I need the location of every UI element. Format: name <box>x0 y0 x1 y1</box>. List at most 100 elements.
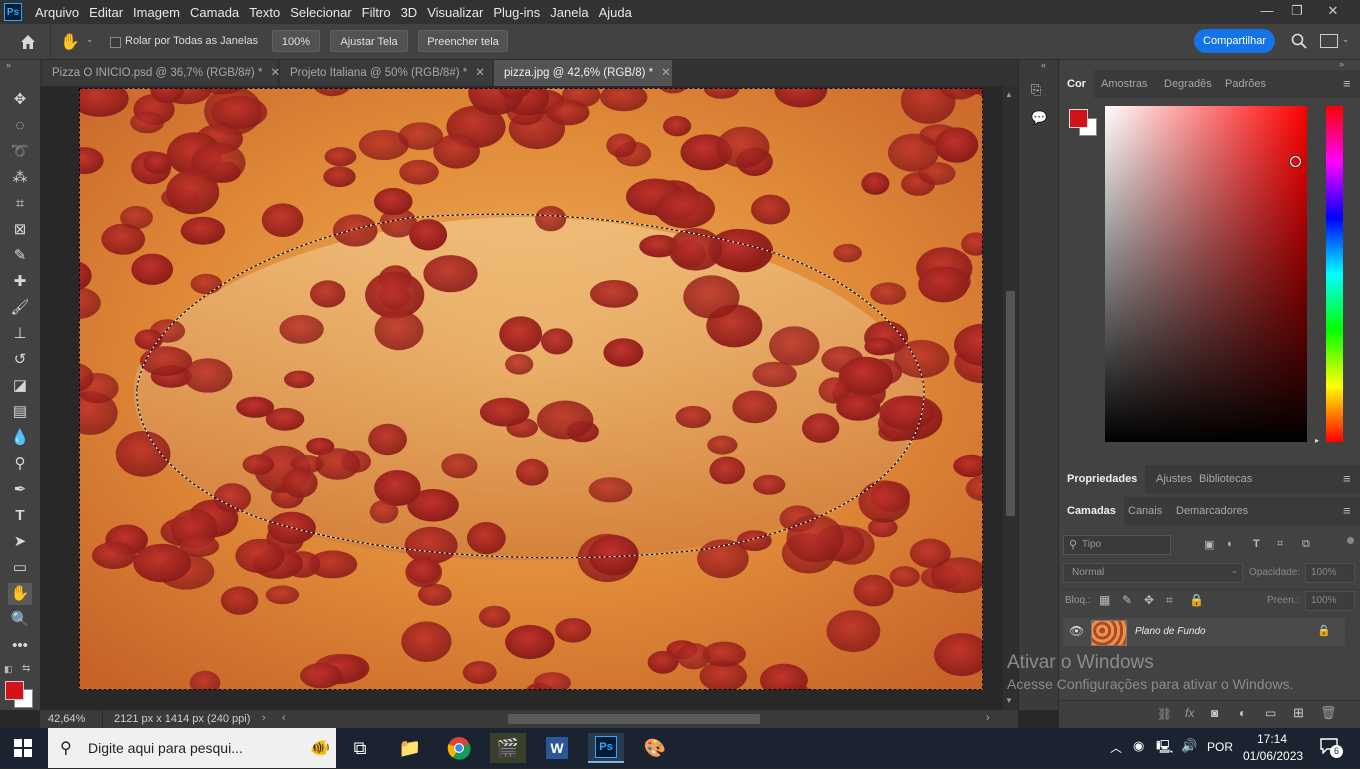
clock-time[interactable]: 17:14 <box>1257 732 1287 746</box>
zoom-tool-icon[interactable]: 🔍 <box>8 609 32 631</box>
restore-button[interactable]: ❐ <box>1282 0 1312 22</box>
tab-pizza-jpg[interactable]: pizza.jpg @ 42,6% (RGB/8) * ✕ <box>494 60 672 86</box>
hue-slider-handle[interactable]: ▸ <box>1315 436 1319 445</box>
filter-toggle[interactable] <box>1347 537 1354 544</box>
smart-object-filter-icon[interactable]: ⧉ <box>1302 538 1310 551</box>
word-icon[interactable]: W <box>539 733 575 763</box>
tab-padroes[interactable]: Padrões <box>1217 70 1274 98</box>
more-tools-icon[interactable]: ••• <box>8 635 32 657</box>
close-icon[interactable]: ✕ <box>270 67 280 79</box>
home-icon[interactable] <box>18 32 38 52</box>
type-filter-icon[interactable]: T <box>1253 538 1260 550</box>
clone-stamp-tool-icon[interactable]: ⊥ <box>8 323 32 345</box>
fill-screen-button[interactable]: Preencher tela <box>418 30 508 52</box>
photoshop-taskbar-icon[interactable]: Ps <box>588 733 624 763</box>
minimize-button[interactable]: — <box>1252 0 1282 22</box>
fill-field[interactable]: 100% <box>1305 591 1355 611</box>
scroll-all-checkbox[interactable] <box>110 37 121 48</box>
lock-pixels-icon[interactable]: ✎ <box>1122 593 1132 607</box>
foreground-color-swatch[interactable] <box>5 681 24 700</box>
close-icon[interactable]: ✕ <box>661 67 671 79</box>
default-colors-icon[interactable]: ◧ <box>4 664 13 675</box>
history-brush-tool-icon[interactable]: ↺ <box>8 349 32 371</box>
layer-mask-icon[interactable]: ◙ <box>1211 706 1218 720</box>
menu-plugins[interactable]: Plug-ins <box>493 5 540 20</box>
quick-selection-tool-icon[interactable]: ⁂ <box>8 167 32 189</box>
collapse-arrows-icon[interactable]: « <box>1041 60 1046 70</box>
close-button[interactable]: ✕ <box>1318 0 1348 22</box>
webcam-icon[interactable]: ◉ <box>1133 738 1144 754</box>
lasso-tool-icon[interactable]: ➰ <box>8 141 32 163</box>
paint-icon[interactable]: 🎨 <box>637 733 673 763</box>
language-indicator[interactable]: POR <box>1207 740 1233 754</box>
task-view-icon[interactable]: ⧉ <box>342 733 378 763</box>
crop-tool-icon[interactable]: ⌗ <box>8 193 32 215</box>
opacity-field[interactable]: 100% <box>1305 563 1355 583</box>
rectangle-tool-icon[interactable]: ▭ <box>8 557 32 579</box>
clock-date[interactable]: 01/06/2023 <box>1243 749 1303 763</box>
chrome-icon[interactable] <box>441 733 477 763</box>
horizontal-scrollbar-thumb[interactable] <box>508 714 760 724</box>
pizza-image[interactable] <box>79 88 983 690</box>
dodge-tool-icon[interactable]: ⚲ <box>8 453 32 475</box>
collapse-arrows-icon[interactable]: » <box>1339 59 1344 69</box>
shape-filter-icon[interactable]: ⌗ <box>1277 538 1283 551</box>
vertical-scrollbar[interactable]: ▲ ▼ <box>1003 86 1018 710</box>
new-layer-icon[interactable]: ⊞ <box>1293 705 1304 721</box>
link-layers-icon[interactable]: ⛓ <box>1157 707 1172 721</box>
history-panel-icon[interactable]: ⎘ <box>1031 82 1047 98</box>
swap-colors-icon[interactable]: ⇆ <box>22 663 30 674</box>
media-app-icon[interactable]: 🎬 <box>490 733 526 763</box>
panel-menu-icon[interactable]: ≡ <box>1343 77 1355 91</box>
fit-screen-button[interactable]: Ajustar Tela <box>330 30 408 52</box>
lock-position-icon[interactable]: ✥ <box>1144 593 1154 607</box>
tab-pizza-inicio[interactable]: Pizza O INICIO.psd @ 36,7% (RGB/8#) * ✕ <box>42 60 280 86</box>
tab-bibliotecas[interactable]: Bibliotecas <box>1191 465 1260 493</box>
tab-demarcadores[interactable]: Demarcadores <box>1168 497 1256 525</box>
menu-selecionar[interactable]: Selecionar <box>290 5 351 20</box>
menu-filtro[interactable]: Filtro <box>362 5 391 20</box>
zoom-100-button[interactable]: 100% <box>272 30 320 52</box>
scrollbar-thumb[interactable] <box>1006 291 1015 516</box>
canvas-area[interactable] <box>40 86 1003 710</box>
image-filter-icon[interactable]: ▣ <box>1204 538 1214 551</box>
layer-row[interactable]: 👁 Plano de Fundo 🔒 <box>1063 618 1345 646</box>
layer-filter-field[interactable]: ⚲ Tipo <box>1063 535 1171 555</box>
scroll-down-icon[interactable]: ▼ <box>1005 696 1013 705</box>
pen-tool-icon[interactable]: ✒ <box>8 479 32 501</box>
blend-mode-select[interactable]: Normal ⌄ <box>1063 563 1243 583</box>
brush-tool-icon[interactable]: 🖌 <box>8 297 32 319</box>
tab-projeto-italiana[interactable]: Projeto Italiana @ 50% (RGB/8#) * ✕ <box>280 60 492 86</box>
tab-amostras[interactable]: Amostras <box>1093 70 1155 98</box>
chevron-right-icon[interactable]: › <box>262 712 266 724</box>
eyedropper-tool-icon[interactable]: ✎ <box>8 245 32 267</box>
menu-visualizar[interactable]: Visualizar <box>427 5 483 20</box>
hand-tool-icon[interactable]: ✋ <box>8 583 32 605</box>
file-explorer-icon[interactable]: 📁 <box>392 733 428 763</box>
menu-camada[interactable]: Camada <box>190 5 239 20</box>
color-picker-handle[interactable] <box>1290 156 1301 167</box>
tab-cor[interactable]: Cor <box>1059 70 1094 98</box>
zoom-level[interactable]: 42,64% <box>48 713 85 725</box>
menu-3d[interactable]: 3D <box>401 5 418 20</box>
scroll-up-icon[interactable]: ▲ <box>1005 90 1013 99</box>
hue-slider[interactable] <box>1326 106 1343 442</box>
blur-tool-icon[interactable]: 💧 <box>8 427 32 449</box>
menu-ajuda[interactable]: Ajuda <box>599 5 632 20</box>
adjustment-layer-icon[interactable]: ◐ <box>1239 706 1246 720</box>
workspace-icon[interactable] <box>1320 34 1338 48</box>
layer-name[interactable]: Plano de Fundo <box>1135 626 1206 637</box>
windows-start-icon[interactable] <box>14 739 32 757</box>
show-hidden-icons-icon[interactable]: ︿ <box>1110 739 1122 756</box>
fx-icon[interactable]: fx <box>1185 706 1194 720</box>
tab-canais[interactable]: Canais <box>1120 497 1170 525</box>
volume-icon[interactable]: 🔊 <box>1181 738 1197 754</box>
search-icon[interactable] <box>1290 32 1308 50</box>
move-tool-icon[interactable]: ✥ <box>8 89 32 111</box>
eye-visibility-icon[interactable]: 👁 <box>1069 624 1084 638</box>
lock-all-icon[interactable]: 🔒 <box>1189 593 1204 607</box>
trash-icon[interactable]: 🗑 <box>1320 705 1337 721</box>
taskbar-search-box[interactable]: ⚲ Digite aqui para pesqui... 🐠 <box>48 728 336 768</box>
tab-camadas[interactable]: Camadas <box>1059 497 1124 525</box>
comments-panel-icon[interactable]: 💬 <box>1031 110 1047 126</box>
